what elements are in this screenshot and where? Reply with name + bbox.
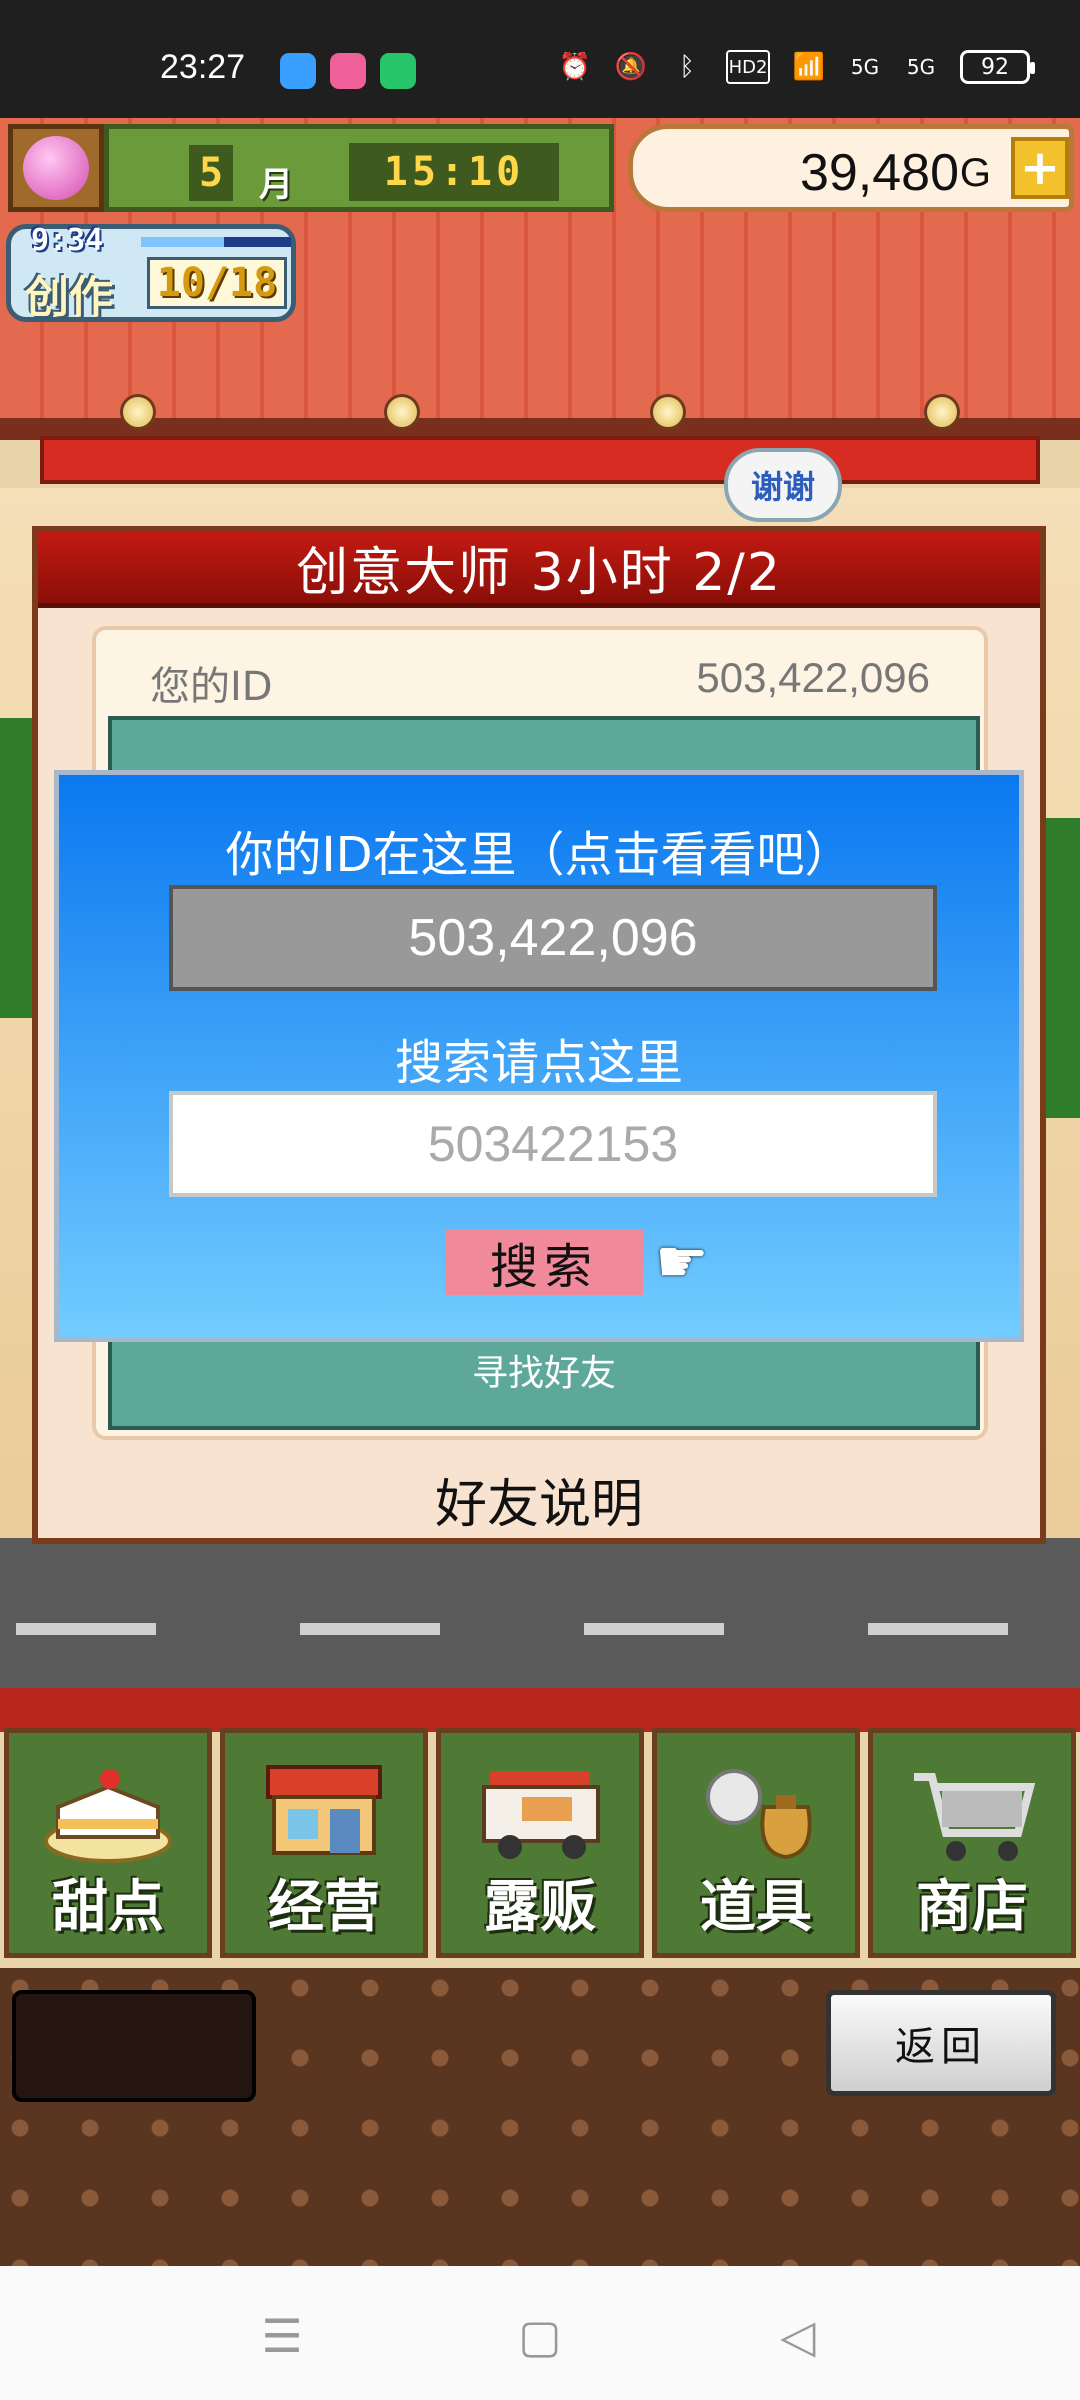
lamp-icon (384, 394, 420, 430)
lane-mark (584, 1623, 724, 1635)
gold-unit: G (959, 151, 991, 195)
status-bar: 23:27 ⏰ 🔕 ᛒ HD2 📶 5G 5G 92 (0, 0, 1080, 118)
create-count: 10/18 (147, 257, 287, 309)
panel-title: 创意大师 3小时 2/2 (38, 532, 1040, 608)
my-id-display[interactable]: 503,422,096 (169, 885, 937, 991)
back-icon[interactable]: ◁ (772, 2309, 824, 2363)
menu-item-dessert[interactable]: 甜点 (4, 1728, 212, 1958)
menu-label-dessert: 甜点 (52, 1875, 164, 1940)
battery-indicator: 92 (960, 50, 1035, 84)
id-value: 503,422,096 (696, 654, 930, 701)
red-strip (0, 1688, 1080, 1732)
lane-mark (16, 1623, 156, 1635)
menu-label-shop: 商店 (916, 1875, 1028, 1940)
menu-label-items: 道具 (700, 1875, 812, 1940)
search-button[interactable]: 搜索 (445, 1229, 643, 1295)
id-search-popup: 你的ID在这里（点击看看吧） 503,422,096 搜索请点这里 搜索 ☚ (54, 770, 1024, 1342)
gold-panel: 39,480 G + (628, 124, 1074, 212)
friend-help-button[interactable]: 好友说明 (38, 1462, 1040, 1537)
create-points-panel[interactable]: 9:34 创作 10/18 (6, 223, 296, 323)
hd-icon: HD2 (726, 50, 770, 84)
menu-icon[interactable]: ☰ (256, 2309, 308, 2363)
back-button[interactable]: 返回 (826, 1990, 1056, 2096)
lane-mark (868, 1623, 1008, 1635)
game-clock: 15:10 (349, 143, 559, 201)
id-label: 您的ID (150, 664, 273, 710)
popup-title: 你的ID在这里（点击看看吧） (225, 827, 853, 883)
app-notification-icon-3 (380, 53, 416, 89)
shop-awning (40, 436, 1040, 484)
lamp-icon (924, 394, 960, 430)
add-gold-button[interactable]: + (1011, 137, 1069, 199)
food-truck-icon (465, 1747, 615, 1877)
bluetooth-icon: ᛒ (679, 52, 695, 82)
status-icons: ⏰ 🔕 ᛒ HD2 📶 5G 5G 92 (558, 50, 1035, 84)
pointing-hand-icon: ☚ (655, 1227, 709, 1297)
pink-tree-icon (23, 136, 89, 200)
dark-slot (12, 1990, 256, 2102)
shopping-cart-icon (897, 1747, 1047, 1877)
lamp-icon (120, 394, 156, 430)
tree-right (1040, 818, 1080, 1118)
lane-mark (300, 1623, 440, 1635)
thanks-bubble[interactable]: 谢谢 (724, 448, 842, 522)
mute-icon: 🔕 (614, 52, 648, 82)
friend-id-search-input[interactable] (169, 1091, 937, 1197)
menu-item-shop[interactable]: 商店 (868, 1728, 1076, 1958)
cake-icon (33, 1747, 183, 1877)
signal-5g-icon-1: 5G (850, 55, 880, 79)
date-panel: 5 月 15:10 (104, 124, 614, 212)
home-icon[interactable]: ▢ (514, 2309, 566, 2363)
menu-item-items[interactable]: 道具 (652, 1728, 860, 1958)
status-time: 23:27 (160, 48, 246, 86)
bottom-menu: 甜点 经营 露贩 道具 商店 (0, 1728, 1080, 1960)
app-notification-icon-1 (280, 53, 316, 89)
month-number: 5 (189, 145, 233, 201)
menu-item-food-stall[interactable]: 露贩 (436, 1728, 644, 1958)
gold-amount: 39,480 (799, 144, 959, 202)
find-friend-text-bottom: 寻找好友 (471, 1353, 616, 1394)
menu-label-manage: 经营 (268, 1875, 380, 1940)
search-prompt: 搜索请点这里 (394, 1035, 683, 1091)
wifi-icon: 📶 (792, 52, 826, 82)
avatar-tree-button[interactable] (8, 124, 104, 212)
road (0, 1538, 1080, 1688)
items-bag-icon (681, 1747, 831, 1877)
create-timer: 9:34 (31, 223, 104, 258)
id-row: 您的ID 503,422,096 (96, 646, 984, 710)
shop-building-icon (249, 1747, 399, 1877)
create-label: 创作 (25, 272, 113, 323)
system-nav-bar: ☰ ▢ ◁ (0, 2266, 1080, 2400)
app-notification-icon-2 (330, 53, 366, 89)
alarm-icon: ⏰ (558, 52, 592, 82)
month-unit: 月 (259, 165, 293, 205)
lamp-icon (650, 394, 686, 430)
create-progress-fill (141, 237, 224, 247)
create-progress-bar (141, 237, 291, 247)
menu-label-food-stall: 露贩 (484, 1875, 596, 1940)
menu-item-manage[interactable]: 经营 (220, 1728, 428, 1958)
signal-5g-icon-2: 5G (906, 55, 936, 79)
